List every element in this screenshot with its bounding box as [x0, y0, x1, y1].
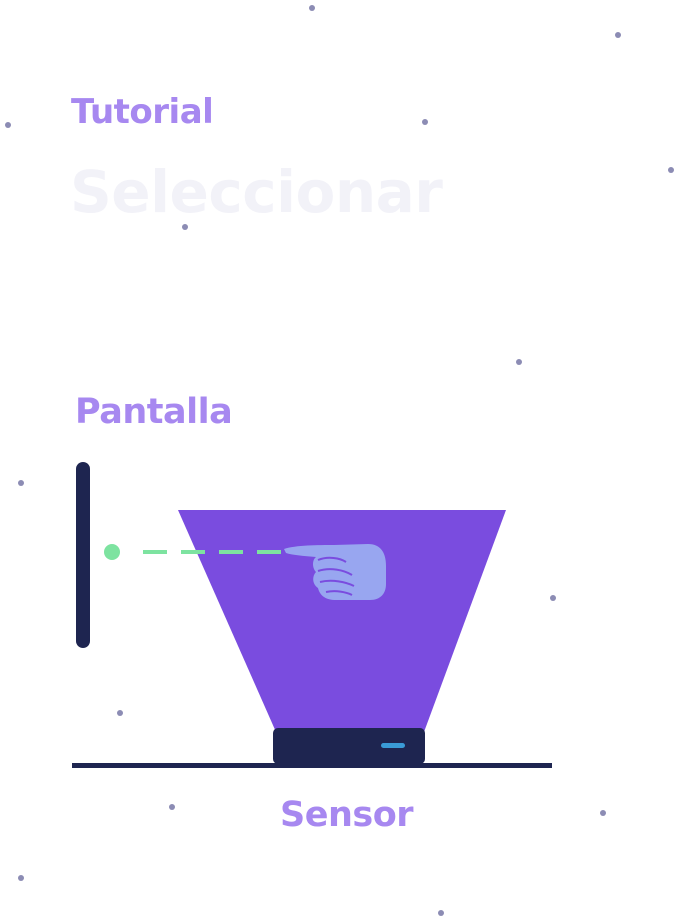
gesture-illustration — [72, 462, 552, 768]
sensor-label: Sensor — [280, 795, 414, 835]
sensor-led — [381, 743, 405, 748]
screen-bar-icon — [76, 462, 90, 648]
tutorial-screen: Tutorial Seleccionar Pantalla Sensor — [0, 0, 679, 921]
screen-label: Pantalla — [75, 392, 233, 432]
sensor-beam — [178, 510, 506, 732]
ground-line — [72, 763, 552, 768]
sensor-device-icon — [273, 728, 425, 764]
pointer-target-dot — [104, 544, 120, 560]
